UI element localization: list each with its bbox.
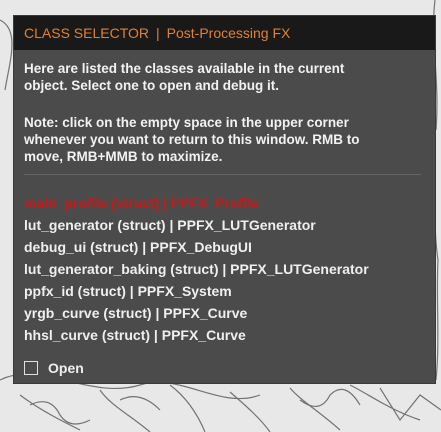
class-item-lut-generator[interactable]: lut_generator (struct) | PPFX_LUTGenerat… xyxy=(24,214,369,236)
class-item-yrgb-curve[interactable]: yrgb_curve (struct) | PPFX_Curve xyxy=(24,302,369,324)
window-subtitle: Post-Processing FX xyxy=(166,25,291,41)
window-title: CLASS SELECTOR xyxy=(24,25,150,41)
class-item-main-profile[interactable]: main_profile (struct) | PPFX_Profile xyxy=(24,192,369,214)
class-item-debug-ui[interactable]: debug_ui (struct) | PPFX_DebugUI xyxy=(24,236,369,258)
open-checkbox-label: Open xyxy=(48,360,84,376)
class-item-lut-generator-baking[interactable]: lut_generator_baking (struct) | PPFX_LUT… xyxy=(24,258,369,280)
divider xyxy=(24,174,421,175)
open-checkbox-row[interactable]: Open xyxy=(24,360,84,376)
open-checkbox[interactable] xyxy=(24,361,38,375)
class-selector-window[interactable]: CLASS SELECTOR | Post-Processing FX Here… xyxy=(14,16,435,383)
intro-text: Here are listed the classes available in… xyxy=(24,61,345,93)
title-separator: | xyxy=(156,25,160,41)
window-titlebar[interactable]: CLASS SELECTOR | Post-Processing FX xyxy=(14,16,435,50)
class-list: main_profile (struct) | PPFX_Profile lut… xyxy=(24,192,369,346)
note-text: Note: click on the empty space in the up… xyxy=(24,115,360,164)
class-item-ppfx-id[interactable]: ppfx_id (struct) | PPFX_System xyxy=(24,280,369,302)
class-item-hhsl-curve[interactable]: hhsl_curve (struct) | PPFX_Curve xyxy=(24,324,369,346)
